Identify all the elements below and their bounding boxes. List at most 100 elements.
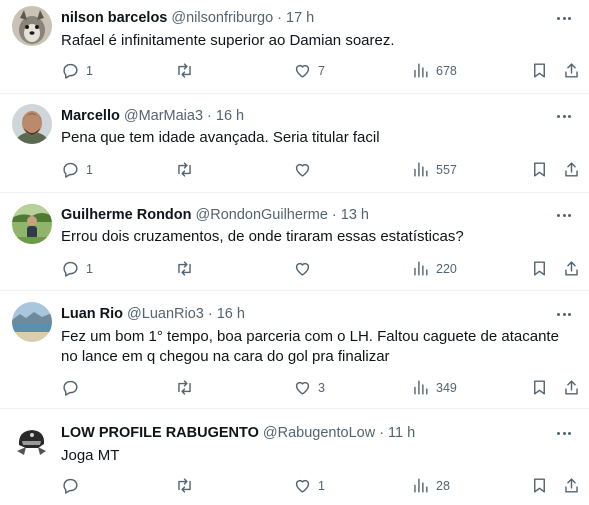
bookmark-icon	[534, 63, 545, 78]
avatar[interactable]	[12, 6, 52, 46]
reply-button[interactable]: 1	[61, 160, 93, 179]
like-count: 3	[318, 380, 325, 395]
retweet-button[interactable]	[175, 160, 200, 179]
display-name[interactable]: LOW PROFILE RABUGENTO	[61, 424, 259, 442]
share-button[interactable]	[562, 476, 581, 495]
avatar[interactable]	[12, 302, 52, 342]
display-name[interactable]: Guilherme Rondon	[61, 206, 192, 224]
timestamp[interactable]: 16 h	[216, 107, 244, 125]
bookmark-icon	[534, 478, 545, 493]
analytics-icon	[414, 162, 428, 177]
reply-button[interactable]	[61, 476, 86, 495]
share-icon	[565, 261, 578, 276]
separator-dot: ·	[207, 306, 213, 322]
views-button[interactable]: 557	[411, 160, 457, 179]
retweet-icon	[178, 380, 191, 395]
reply-button[interactable]: 1	[61, 259, 93, 278]
tweet-text: Errou dois cruzamentos, de onde tiraram …	[61, 228, 464, 245]
separator-dot: ·	[331, 207, 337, 223]
like-button[interactable]: 3	[293, 378, 325, 397]
views-button[interactable]: 678	[411, 61, 457, 80]
tweet[interactable]: Luan Rio @LuanRio3 · 16 h Fez um bom 1° …	[0, 291, 589, 409]
views-button[interactable]: 28	[411, 476, 450, 495]
avatar[interactable]	[12, 421, 52, 461]
retweet-button[interactable]	[175, 61, 200, 80]
bookmark-button[interactable]	[530, 259, 549, 278]
more-options-icon[interactable]	[555, 424, 573, 442]
tweet[interactable]: Marcello @MarMaia3 · 16 h Pena que tem i…	[0, 94, 589, 193]
user-handle[interactable]: @RondonGuilherme	[196, 206, 328, 224]
bookmark-button[interactable]	[530, 61, 549, 80]
like-button[interactable]: 1	[293, 476, 325, 495]
share-icon	[565, 478, 578, 493]
like-button[interactable]	[293, 160, 318, 179]
retweet-icon	[178, 63, 191, 78]
user-handle[interactable]: @RabugentoLow	[263, 424, 375, 442]
view-count: 349	[436, 380, 457, 395]
timestamp[interactable]: 13 h	[341, 206, 369, 224]
share-button[interactable]	[562, 259, 581, 278]
heart-icon	[295, 479, 310, 493]
analytics-icon	[414, 261, 428, 276]
tweet-actions: 3 349	[52, 378, 581, 400]
tweet-header: Guilherme Rondon @RondonGuilherme · 13 h	[61, 206, 369, 224]
tweet[interactable]: Guilherme Rondon @RondonGuilherme · 13 h…	[0, 193, 589, 291]
tweet[interactable]: LOW PROFILE RABUGENTO @RabugentoLow · 11…	[0, 409, 589, 505]
like-button[interactable]	[293, 259, 318, 278]
heart-icon	[295, 64, 310, 78]
display-name[interactable]: nilson barcelos	[61, 9, 167, 27]
reply-icon	[63, 380, 78, 396]
avatar[interactable]	[12, 104, 52, 144]
user-handle[interactable]: @MarMaia3	[124, 107, 203, 125]
timestamp[interactable]: 16 h	[217, 305, 245, 323]
tweet-text: Pena que tem idade avançada. Seria titul…	[61, 129, 380, 146]
retweet-button[interactable]	[175, 476, 200, 495]
share-button[interactable]	[562, 160, 581, 179]
reply-button[interactable]: 1	[61, 61, 93, 80]
bookmark-button[interactable]	[530, 160, 549, 179]
tweet-text: Fez um bom 1° tempo, boa parceria com o …	[61, 328, 559, 365]
bookmark-button[interactable]	[530, 378, 549, 397]
more-options-icon[interactable]	[555, 305, 573, 323]
more-options-icon[interactable]	[555, 107, 573, 125]
display-name[interactable]: Luan Rio	[61, 305, 123, 323]
user-handle[interactable]: @nilsonfriburgo	[171, 9, 273, 27]
bookmark-icon	[534, 261, 545, 276]
reply-button[interactable]	[61, 378, 86, 397]
share-icon	[565, 162, 578, 177]
tweet-header: nilson barcelos @nilsonfriburgo · 17 h	[61, 9, 314, 27]
timestamp[interactable]: 11 h	[388, 424, 415, 442]
tweet-actions: 1 220	[52, 259, 581, 281]
retweet-button[interactable]	[175, 378, 200, 397]
reply-count: 1	[86, 63, 93, 78]
views-button[interactable]: 220	[411, 259, 457, 278]
like-count: 7	[318, 63, 325, 78]
share-button[interactable]	[562, 61, 581, 80]
reply-icon	[63, 162, 78, 178]
share-icon	[565, 63, 578, 78]
reply-icon	[63, 63, 78, 79]
user-handle[interactable]: @LuanRio3	[127, 305, 204, 323]
heart-icon	[295, 163, 310, 177]
reply-count: 1	[86, 162, 93, 177]
retweet-button[interactable]	[175, 259, 200, 278]
like-button[interactable]: 7	[293, 61, 325, 80]
analytics-icon	[414, 380, 428, 395]
share-icon	[565, 380, 578, 395]
replies-feed: nilson barcelos @nilsonfriburgo · 17 h R…	[0, 0, 589, 505]
view-count: 28	[436, 478, 450, 493]
heart-icon	[295, 381, 310, 395]
display-name[interactable]: Marcello	[61, 107, 120, 125]
tweet[interactable]: nilson barcelos @nilsonfriburgo · 17 h R…	[0, 0, 589, 94]
bookmark-icon	[534, 162, 545, 177]
timestamp[interactable]: 17 h	[286, 9, 314, 27]
like-count: 1	[318, 478, 325, 493]
share-button[interactable]	[562, 378, 581, 397]
separator-dot: ·	[379, 425, 385, 441]
more-options-icon[interactable]	[555, 9, 573, 27]
more-options-icon[interactable]	[555, 206, 573, 224]
tweet-actions: 1 28	[52, 476, 581, 498]
avatar[interactable]	[12, 204, 52, 244]
views-button[interactable]: 349	[411, 378, 457, 397]
bookmark-button[interactable]	[530, 476, 549, 495]
